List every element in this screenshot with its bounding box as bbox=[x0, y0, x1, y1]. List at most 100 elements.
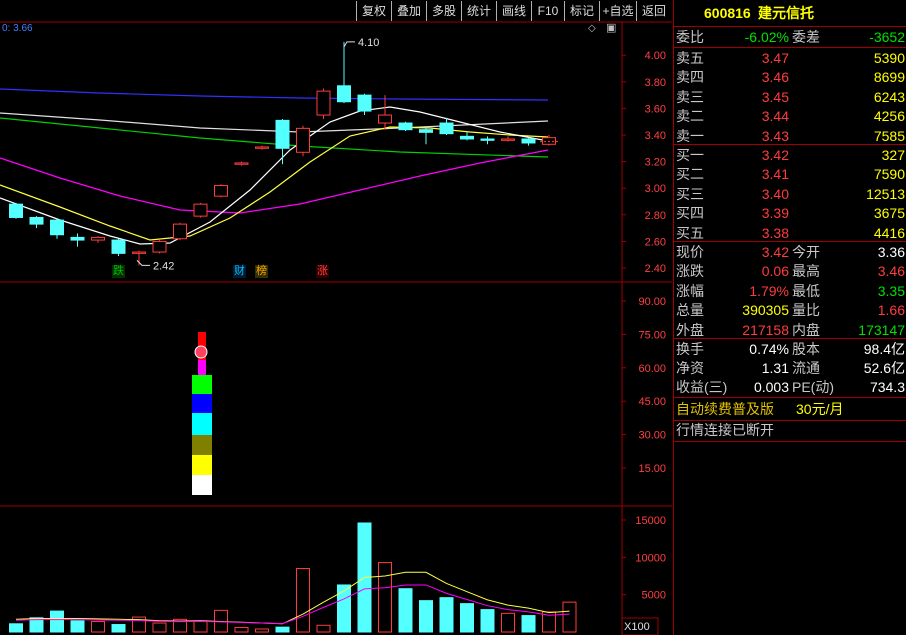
volume-bar bbox=[296, 568, 310, 633]
level-price: 3.43 bbox=[761, 127, 789, 144]
level-label: 买四 bbox=[676, 205, 704, 222]
stat-label: PE(动) bbox=[792, 379, 834, 395]
volume-bar bbox=[439, 597, 454, 633]
stat-label: 收益(三) bbox=[676, 379, 728, 395]
price-annotations: 4.10 2.42 bbox=[136, 37, 560, 272]
indicator-block bbox=[192, 375, 212, 394]
candle-body bbox=[50, 219, 64, 236]
stat-label: 最低 bbox=[792, 282, 820, 299]
stock-code: 600816 bbox=[704, 5, 751, 21]
volume-bar bbox=[70, 620, 85, 633]
stat-value: 1.66 bbox=[877, 302, 905, 319]
stat-value: 3.46 bbox=[877, 263, 905, 280]
level-price: 3.39 bbox=[761, 205, 789, 222]
level-label: 买二 bbox=[676, 166, 704, 183]
indicator-tick-label: 90.00 bbox=[638, 296, 666, 308]
level-volume: 327 bbox=[881, 147, 905, 163]
event-tag-die[interactable]: 跌 bbox=[112, 265, 125, 278]
fundamental-row: 净资 1.31 流通 52.6亿 bbox=[674, 359, 906, 378]
indicator-block bbox=[192, 455, 212, 475]
sell-row: 卖四 3.46 8699 bbox=[674, 68, 906, 87]
weibi-row: 委比 -6.02% 委差 -3652 bbox=[674, 28, 906, 47]
candle-body bbox=[480, 138, 495, 141]
stat-value: 390305 bbox=[742, 302, 789, 319]
stat-value: 52.6亿 bbox=[863, 360, 905, 376]
status-row: 行情连接已断开 bbox=[674, 421, 906, 440]
promo-price[interactable]: 30元/月 bbox=[796, 400, 843, 419]
ma-line-blue bbox=[0, 88, 549, 101]
buy-row: 买一 3.42 327 bbox=[674, 146, 906, 165]
price-tick-label: 3.40 bbox=[645, 130, 666, 142]
weicha-value: -3652 bbox=[869, 29, 905, 45]
level-price: 3.41 bbox=[761, 166, 789, 183]
candle-body bbox=[152, 240, 167, 253]
candle-body bbox=[439, 122, 454, 135]
buy-row: 买五 3.38 4416 bbox=[674, 224, 906, 243]
stat-label: 外盘 bbox=[676, 321, 704, 338]
volume-bar bbox=[255, 628, 269, 633]
volume-bar bbox=[378, 562, 392, 633]
candle-body bbox=[337, 85, 351, 103]
candle-body bbox=[419, 129, 433, 133]
weibi-value: -6.02% bbox=[744, 29, 789, 45]
quote-panel: 600816 建元信托 委比 -6.02% 委差 -3652 卖五 3.47 539… bbox=[673, 0, 906, 635]
price-tick-label: 3.60 bbox=[645, 103, 666, 115]
level-volume: 4256 bbox=[873, 108, 905, 125]
level-volume: 5390 bbox=[873, 50, 905, 66]
price-tick-label: 3.80 bbox=[645, 77, 666, 89]
volume-bar bbox=[275, 626, 290, 633]
buy-row: 买二 3.41 7590 bbox=[674, 165, 906, 184]
stat-label: 现价 bbox=[676, 244, 704, 260]
promo-text[interactable]: 自动续费普及版 bbox=[676, 400, 774, 419]
candle-body bbox=[501, 138, 515, 141]
volume-bar bbox=[398, 588, 413, 633]
weicha-label: 委差 bbox=[792, 29, 820, 45]
stock-header: 600816 建元信托 bbox=[674, 4, 906, 24]
candle-body bbox=[521, 138, 536, 144]
stat-value: 217158 bbox=[742, 321, 789, 338]
kline-chart[interactable]: 4.00 3.80 3.60 3.40 3.20 3.00 2.80 2.60 2.40 4.1… bbox=[0, 0, 672, 635]
event-tag-zhang[interactable]: 涨 bbox=[316, 265, 329, 278]
candle-body bbox=[378, 114, 392, 124]
stat-value: 0.06 bbox=[761, 263, 789, 280]
volume-bar bbox=[337, 584, 351, 633]
stat-label: 总量 bbox=[676, 302, 704, 319]
volume-bar bbox=[521, 615, 536, 633]
stat-value: 3.36 bbox=[877, 244, 905, 260]
stat-label: 内盘 bbox=[792, 321, 820, 338]
event-tag-bang[interactable]: 榜 bbox=[255, 265, 268, 278]
indicator-tick-label: 75.00 bbox=[638, 329, 666, 341]
promo-row[interactable]: 自动续费普及版 30元/月 bbox=[674, 400, 906, 419]
stat-row: 现价 3.42 今开 3.36 bbox=[674, 243, 906, 262]
volume-tick-label: 10000 bbox=[635, 552, 666, 564]
candle-body bbox=[460, 135, 474, 140]
candle-body bbox=[173, 223, 187, 240]
volume-bar bbox=[50, 610, 64, 633]
ma-line-magenta bbox=[0, 149, 549, 214]
level-volume: 7585 bbox=[873, 127, 905, 144]
indicator-block bbox=[192, 394, 212, 413]
indicator-panel: 90.00 75.00 60.00 45.00 30.00 15.00 bbox=[192, 296, 666, 495]
level-price: 3.47 bbox=[761, 50, 789, 66]
stat-value: 1.31 bbox=[761, 360, 789, 376]
level-label: 卖四 bbox=[676, 69, 704, 86]
candle-body bbox=[255, 146, 269, 149]
stat-value: 734.3 bbox=[869, 379, 905, 395]
event-tag-cai[interactable]: 财 bbox=[233, 265, 246, 278]
candle-body bbox=[214, 185, 228, 197]
stat-label: 换手 bbox=[676, 341, 704, 357]
price-tick-label: 2.60 bbox=[645, 236, 666, 248]
indicator-tick-label: 60.00 bbox=[638, 363, 666, 375]
price-tick-label: 2.40 bbox=[645, 263, 666, 275]
stat-value: 0.74% bbox=[749, 341, 789, 357]
level-volume: 7590 bbox=[873, 166, 905, 183]
level-label: 买三 bbox=[676, 185, 704, 202]
level-price: 3.40 bbox=[761, 185, 789, 202]
stat-label: 涨跌 bbox=[676, 263, 704, 280]
price-tick-label: 2.80 bbox=[645, 210, 666, 222]
volume-bar bbox=[460, 603, 474, 633]
volume-bar bbox=[419, 600, 433, 633]
level-label: 卖三 bbox=[676, 88, 704, 105]
stat-row: 总量 390305 量比 1.66 bbox=[674, 301, 906, 320]
stat-value: 98.4亿 bbox=[863, 341, 905, 357]
